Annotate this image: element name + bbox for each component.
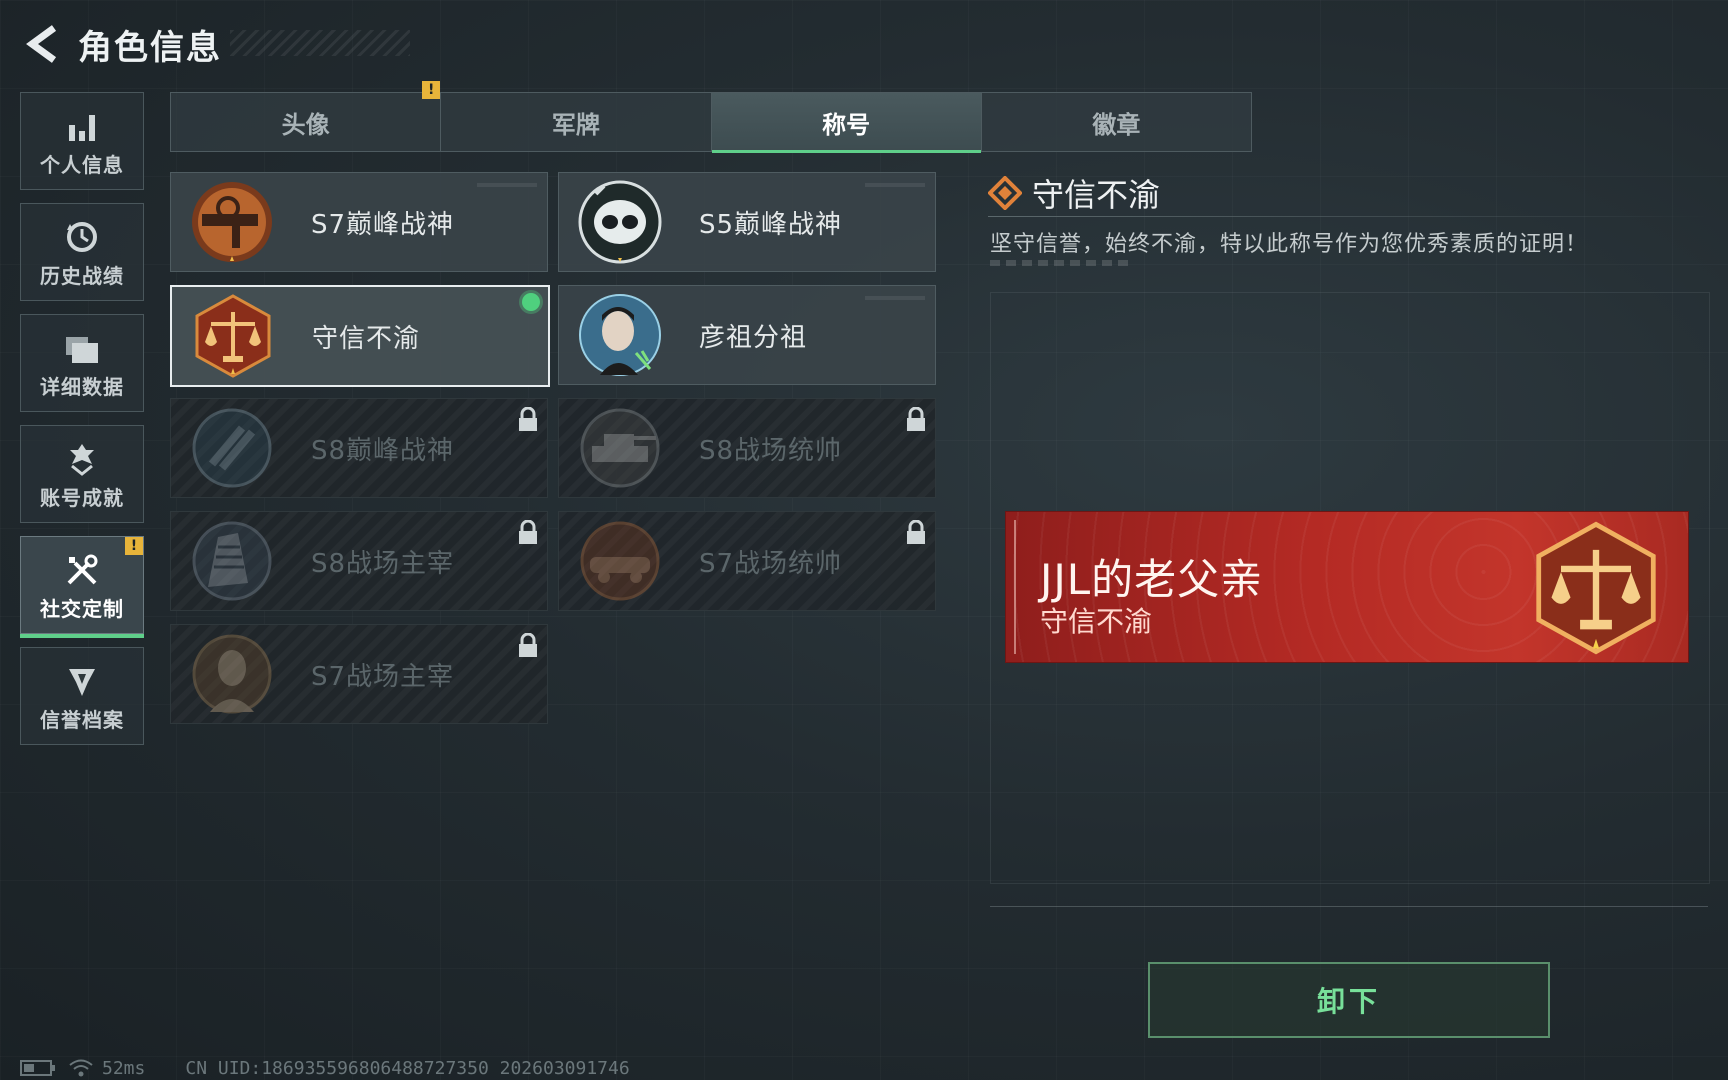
sidebar: 个人信息 历史战绩 详细数据 账号成就 ! 社交定制 信誉档案 <box>20 92 144 758</box>
card-decoration <box>477 183 537 187</box>
history-icon <box>65 216 99 254</box>
status-bar: 52ms CN UID:1869355968064887273​50 20260… <box>20 1056 630 1080</box>
title-decoration <box>230 30 410 56</box>
tank-emblem-icon <box>575 403 665 493</box>
back-arrow-icon <box>26 25 57 63</box>
alert-badge: ! <box>422 81 441 99</box>
battery-icon <box>20 1060 55 1076</box>
uid-readout: CN UID:1869355968064887273​50 2026030917… <box>185 1057 630 1079</box>
tab-dogtag[interactable]: 军牌 <box>441 93 712 151</box>
title-name: 守信不渝 <box>312 323 421 354</box>
lock-icon <box>907 520 925 544</box>
title-card-locked[interactable]: S8巅峰战神 <box>170 398 548 498</box>
vehicle-emblem-icon <box>575 516 665 606</box>
sidebar-item-reputation[interactable]: 信誉档案 <box>20 647 144 745</box>
tab-bar: 头像 ! 军牌 称号 徽章 <box>170 81 1252 153</box>
header: 角色信息 <box>20 18 222 70</box>
title-name: S7巅峰战神 <box>311 209 455 240</box>
divider <box>988 216 1708 217</box>
tab-label: 头像 <box>281 110 330 139</box>
back-button[interactable] <box>20 22 64 66</box>
card-decoration <box>865 296 925 300</box>
sidebar-item-label: 详细数据 <box>40 374 124 399</box>
lock-icon <box>907 407 925 431</box>
sidebar-item-detailed-data[interactable]: 详细数据 <box>20 314 144 412</box>
title-card-locked[interactable]: S7战场统帅 <box>558 511 936 611</box>
tab-label: 徽章 <box>1092 110 1141 139</box>
title-name: S5巅峰战神 <box>699 209 843 240</box>
title-name: S7战场统帅 <box>699 548 843 579</box>
achievement-icon <box>66 438 98 476</box>
title-card-locked[interactable]: S7战场主宰 <box>170 624 548 724</box>
portrait-emblem-icon <box>575 290 665 380</box>
alert-badge: ! <box>125 537 143 555</box>
title-name: S8战场统帅 <box>699 435 843 466</box>
folder-icon <box>64 327 100 365</box>
tools-icon <box>65 549 99 587</box>
soldier-emblem-icon <box>187 629 277 719</box>
tab-label: 军牌 <box>551 110 600 139</box>
sidebar-item-personal-info[interactable]: 个人信息 <box>20 92 144 190</box>
banner-title-name: 守信不渝 <box>1040 605 1153 638</box>
title-card[interactable]: S5巅峰战神 <box>558 172 936 272</box>
sidebar-item-label: 信誉档案 <box>40 707 124 732</box>
ping-readout: 52ms <box>102 1057 146 1079</box>
tab-avatar[interactable]: 头像 ! <box>171 81 442 151</box>
sidebar-item-label: 历史战绩 <box>40 263 124 288</box>
lock-icon <box>519 520 537 544</box>
sidebar-item-achievements[interactable]: 账号成就 <box>20 425 144 523</box>
skull-emblem-icon <box>575 177 665 267</box>
lock-icon <box>519 407 537 431</box>
card-decoration <box>865 183 925 187</box>
sidebar-item-label: 账号成就 <box>40 485 124 510</box>
unequip-button[interactable]: 卸下 <box>1148 962 1550 1038</box>
sidebar-item-label: 个人信息 <box>40 152 124 177</box>
diamond-icon <box>988 176 1022 210</box>
title-card-selected[interactable]: 守信不渝 <box>170 285 550 387</box>
sidebar-item-history[interactable]: 历史战绩 <box>20 203 144 301</box>
title-banner-preview: JJL的老父亲 守信不渝 <box>1006 512 1688 662</box>
title-card-locked[interactable]: S8战场统帅 <box>558 398 936 498</box>
scales-emblem-icon <box>188 291 278 381</box>
detail-decoration <box>990 260 1130 266</box>
detail-description: 坚守信誉，始终不渝，特以此称号作为您优秀素质的证明！ <box>990 232 1589 257</box>
title-name: 彦祖分祖 <box>699 322 808 353</box>
wifi-icon <box>69 1059 93 1077</box>
title-name: S8巅峰战神 <box>311 435 455 466</box>
sidebar-item-social-custom[interactable]: ! 社交定制 <box>20 536 144 638</box>
rifle-emblem-icon <box>187 177 277 267</box>
sidebar-item-label: 社交定制 <box>40 596 124 621</box>
slash-emblem-icon <box>187 403 277 493</box>
page-title: 角色信息 <box>78 27 222 68</box>
detail-title-name: 守信不渝 <box>1032 176 1161 214</box>
lock-icon <box>519 633 537 657</box>
title-card[interactable]: 彦祖分祖 <box>558 285 936 385</box>
reputation-icon <box>66 660 98 698</box>
tab-badge[interactable]: 徽章 <box>982 93 1251 151</box>
detail-header: 守信不渝 <box>988 170 1160 216</box>
building-emblem-icon <box>187 516 277 606</box>
banner-decoration <box>1014 520 1026 654</box>
banner-player-name: JJL的老父亲 <box>1040 555 1264 604</box>
title-card-locked[interactable]: S8战场主宰 <box>170 511 548 611</box>
title-name: S8战场主宰 <box>311 548 455 579</box>
scales-emblem-icon <box>1536 521 1656 655</box>
equipped-indicator <box>522 293 540 311</box>
tab-label: 称号 <box>822 110 871 139</box>
bar-chart-icon <box>66 105 98 143</box>
divider <box>990 906 1708 907</box>
tab-title[interactable]: 称号 <box>711 93 982 153</box>
title-card[interactable]: S7巅峰战神 <box>170 172 548 272</box>
title-name: S7战场主宰 <box>311 661 455 692</box>
